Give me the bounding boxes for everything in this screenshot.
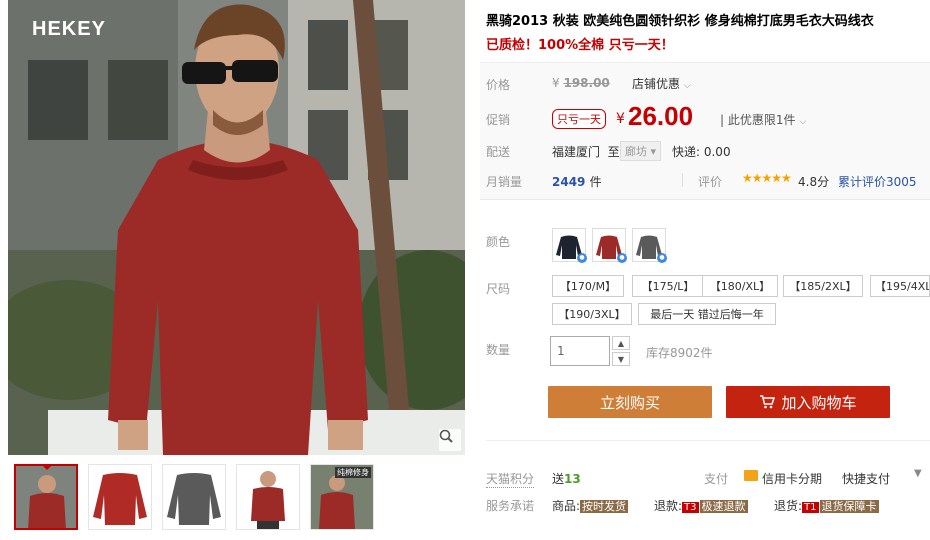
- color-swatch-red[interactable]: ●: [592, 228, 627, 263]
- stock-count: 库存8902件: [646, 346, 713, 360]
- divider: [682, 173, 683, 187]
- price-box: 价格 ¥ 198.00 店铺优惠 ⌵ 促销 只亏一天 ¥ 26.00 | 此优惠…: [480, 62, 930, 200]
- refund-code-badge: T3: [682, 502, 699, 513]
- tmall-points-value: 送13: [552, 472, 581, 486]
- size-option[interactable]: 【180/XL】: [702, 275, 778, 297]
- select-badge-icon: ●: [657, 253, 667, 263]
- tmall-points-label[interactable]: 天猫积分: [486, 470, 535, 488]
- service-goods: 商品: 按时发货: [552, 499, 629, 513]
- thumbnail-3[interactable]: [162, 464, 226, 530]
- cart-icon: [760, 395, 776, 409]
- color-label: 颜色: [486, 235, 511, 249]
- add-to-cart-button[interactable]: 加入购物车: [726, 386, 890, 418]
- service-return-tag[interactable]: 退货保障卡: [819, 500, 879, 513]
- select-badge-icon: ●: [617, 253, 627, 263]
- size-option[interactable]: 【175/L】: [632, 275, 704, 297]
- currency-symbol: ¥: [616, 111, 625, 127]
- service-label: 服务承诺: [486, 499, 535, 513]
- monthly-sales-count: 2449 件: [552, 175, 602, 189]
- price-label: 价格: [486, 78, 511, 92]
- chevron-down-icon[interactable]: ▼: [914, 468, 922, 479]
- fast-pay-link[interactable]: 快捷支付: [842, 470, 890, 487]
- quantity-label: 数量: [486, 343, 511, 357]
- review-label: 评价: [698, 175, 723, 189]
- ship-to-city-select[interactable]: 廊坊 ▾: [620, 141, 662, 161]
- thumbnail-tag: 纯棉修身: [335, 467, 371, 478]
- service-goods-tag[interactable]: 按时发货: [580, 500, 629, 513]
- promo-tag: 只亏一天: [552, 109, 606, 129]
- add-to-cart-label: 加入购物车: [781, 393, 857, 412]
- credit-card-icon: [744, 470, 758, 481]
- select-badge-icon: ●: [577, 253, 587, 263]
- ship-from: 福建厦门 至: [552, 145, 620, 159]
- promo-limit-dropdown[interactable]: | 此优惠限1件 ⌵: [720, 111, 806, 128]
- quantity-input[interactable]: 1: [550, 336, 610, 366]
- product-info-panel: 黑骑2013 秋装 欧美纯色圆领针织衫 修身纯棉打底男毛衣大码线衣 已质检！10…: [480, 0, 930, 540]
- size-option-promo[interactable]: 最后一天 错过后悔一年: [638, 303, 776, 325]
- promo-price: 26.00: [628, 101, 694, 131]
- product-title: 黑骑2013 秋装 欧美纯色圆领针织衫 修身纯棉打底男毛衣大码线衣: [486, 14, 874, 29]
- thumbnail-strip: 纯棉修身: [8, 458, 465, 538]
- main-product-image[interactable]: HEKEY: [8, 0, 465, 455]
- promo-label: 促销: [486, 113, 511, 127]
- payment-label: 支付: [704, 472, 729, 486]
- shipping-label: 配送: [486, 145, 511, 159]
- thumbnail-5[interactable]: 纯棉修身: [310, 464, 374, 530]
- product-subtitle: 已质检！100%全棉 只亏一天！: [486, 38, 674, 53]
- shop-discount-dropdown[interactable]: 店铺优惠 ⌵: [632, 75, 691, 92]
- monthly-sales-label: 月销量: [486, 175, 523, 189]
- review-count-link[interactable]: 累计评价3005: [838, 173, 917, 190]
- section-divider: [486, 440, 930, 441]
- quantity-decrease-button[interactable]: ▼: [612, 352, 630, 366]
- quantity-increase-button[interactable]: ▲: [612, 336, 630, 350]
- brand-logo: HEKEY: [32, 18, 106, 40]
- service-refund-tag[interactable]: 极速退款: [699, 500, 748, 513]
- original-price: ¥ 198.00: [552, 76, 610, 90]
- shipping-fee: 快递: 0.00: [672, 145, 731, 159]
- color-swatch-black[interactable]: ●: [552, 228, 587, 263]
- credit-installment-link[interactable]: 信用卡分期: [762, 470, 822, 487]
- size-option[interactable]: 【185/2XL】: [783, 275, 863, 297]
- size-option[interactable]: 【195/4XL】: [870, 275, 930, 297]
- thumbnail-4[interactable]: [236, 464, 300, 530]
- chevron-down-icon: ⌵: [799, 117, 807, 127]
- chevron-down-icon: ⌵: [683, 81, 691, 91]
- size-label: 尺码: [486, 282, 511, 296]
- rating-score: 4.8分: [798, 175, 830, 189]
- zoom-icon[interactable]: [439, 429, 461, 451]
- thumbnail-2[interactable]: [88, 464, 152, 530]
- size-option[interactable]: 【170/M】: [552, 275, 624, 297]
- rating-stars: ★★★★★: [742, 171, 792, 185]
- return-code-badge: T1: [802, 502, 819, 513]
- size-option[interactable]: 【190/3XL】: [552, 303, 632, 325]
- thumbnail-1[interactable]: [14, 464, 78, 530]
- buy-now-button[interactable]: 立刻购买: [548, 386, 712, 418]
- color-swatch-grey[interactable]: ●: [632, 228, 667, 263]
- service-refund: 退款: T3 极速退款: [654, 499, 748, 513]
- service-return: 退货: T1 退货保障卡: [774, 499, 879, 513]
